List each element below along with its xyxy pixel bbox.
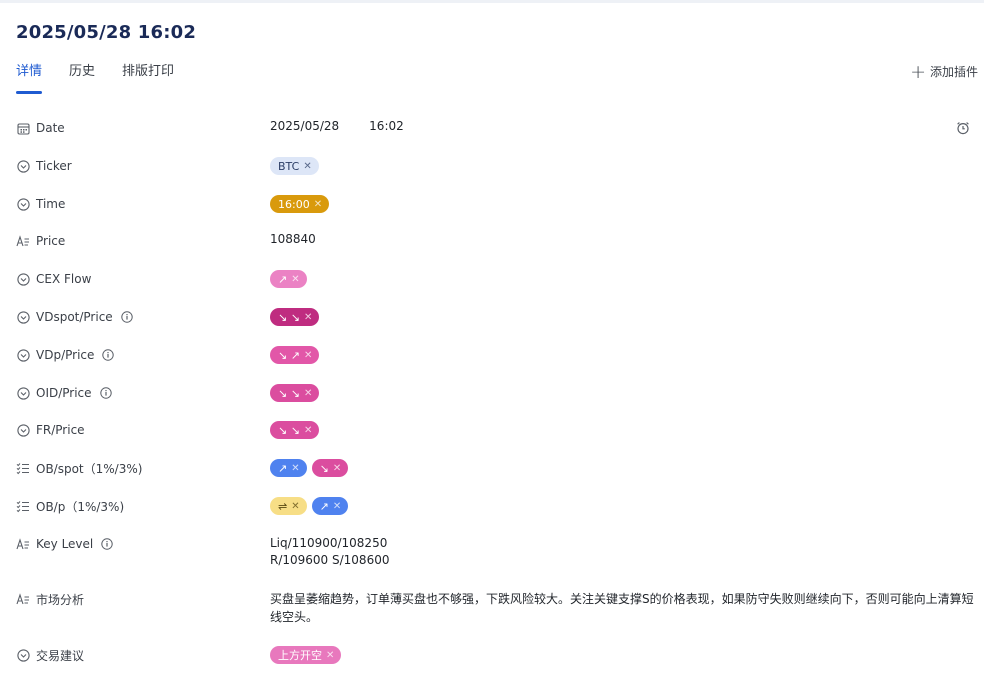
fr-price-tags: ↘ ↘ ✕	[270, 421, 324, 439]
remove-tag-icon[interactable]: ✕	[304, 388, 312, 399]
price-value[interactable]: 108840	[270, 232, 316, 246]
option-tag[interactable]: ↗ ✕	[270, 270, 307, 288]
field-label: CEX Flow	[36, 272, 92, 286]
tab-details[interactable]: 详情	[16, 62, 43, 94]
remove-tag-icon[interactable]: ✕	[333, 463, 341, 474]
text-field-icon	[16, 537, 30, 551]
info-icon[interactable]	[120, 311, 133, 323]
remove-tag-icon[interactable]: ✕	[333, 501, 341, 512]
field-label: FR/Price	[36, 423, 85, 437]
tab-print-layout[interactable]: 排版打印	[122, 62, 174, 94]
field-label: Time	[36, 197, 66, 211]
remove-tag-icon[interactable]: ✕	[314, 199, 322, 210]
option-tag[interactable]: BTC ✕	[270, 157, 319, 175]
tag-label: ↘ ↗	[278, 348, 300, 362]
field-label: OB/spot（1%/3%)	[36, 461, 143, 476]
option-tag[interactable]: ↘ ↘ ✕	[270, 384, 320, 402]
option-tag[interactable]: ↘ ↗ ✕	[270, 346, 320, 364]
tag-label: ↘ ↘	[278, 386, 300, 400]
ticker-tags: BTC ✕	[270, 157, 324, 175]
cex-flow-tags: ↗ ✕	[270, 270, 312, 288]
date-text: 2025/05/28	[270, 119, 340, 133]
time-tags: 16:00 ✕	[270, 195, 334, 213]
ob-p-tags: ⇌ ✕ ↗ ✕	[270, 497, 353, 515]
info-icon[interactable]	[101, 538, 113, 550]
checklist-icon	[16, 461, 30, 475]
option-tag[interactable]: ↗ ✕	[311, 497, 349, 515]
time-text: 16:02	[369, 119, 404, 133]
tag-label: ↗	[319, 499, 329, 513]
text-field-icon	[16, 592, 30, 606]
ob-spot-tags: ↗ ✕ ↘ ✕	[270, 459, 353, 477]
add-plugin-label: 添加插件	[929, 65, 978, 79]
circle-chevron-down-icon	[16, 310, 30, 324]
calendar-icon	[16, 121, 30, 135]
page-title: 2025/05/28 16:02	[16, 22, 197, 43]
option-tag[interactable]: 16:00 ✕	[270, 195, 330, 213]
tab-history[interactable]: 历史	[69, 62, 95, 94]
circle-chevron-down-icon	[16, 348, 30, 362]
tag-label: ↗	[278, 272, 288, 286]
circle-chevron-down-icon	[16, 197, 30, 211]
key-level-value[interactable]: Liq/110900/108250 R/109600 S/108600	[270, 535, 389, 569]
tab-bar: 详情 历史 排版打印	[16, 62, 201, 96]
remove-tag-icon[interactable]: ✕	[326, 650, 334, 661]
circle-chevron-down-icon	[16, 386, 30, 400]
vdspot-price-tags: ↘ ↘ ✕	[270, 308, 324, 326]
remove-tag-icon[interactable]: ✕	[291, 274, 299, 285]
tag-label: BTC	[278, 159, 300, 173]
text-field-icon	[16, 234, 30, 248]
field-label: VDp/Price	[36, 348, 95, 362]
tag-label: ↘ ↘	[278, 310, 300, 324]
remove-tag-icon[interactable]: ✕	[303, 161, 311, 172]
circle-chevron-down-icon	[16, 423, 30, 437]
tag-label: ↘	[319, 461, 329, 475]
field-label: 交易建议	[36, 648, 85, 663]
plus-icon: +	[910, 60, 926, 83]
tag-label: 16:00	[278, 197, 310, 211]
checklist-icon	[16, 499, 30, 513]
option-tag[interactable]: ↘ ↘ ✕	[270, 421, 320, 439]
alarm-clock-icon[interactable]	[956, 120, 970, 139]
option-tag[interactable]: ⇌ ✕	[270, 497, 307, 515]
key-level-line: Liq/110900/108250	[270, 536, 388, 550]
tag-label: ⇌	[278, 499, 288, 513]
tag-label: ↘ ↘	[278, 423, 300, 437]
field-label: VDspot/Price	[36, 310, 113, 324]
option-tag[interactable]: 上方开空 ✕	[270, 646, 342, 664]
remove-tag-icon[interactable]: ✕	[304, 425, 312, 436]
add-plugin-button[interactable]: + 添加插件	[910, 60, 978, 83]
market-analysis-value[interactable]: 买盘呈萎缩趋势，订单薄买盘也不够强，下跌风险较大。关注关键支撑S的价格表现，如果…	[270, 590, 978, 626]
field-label: Price	[36, 234, 66, 248]
circle-chevron-down-icon	[16, 159, 30, 173]
date-value[interactable]: 2025/05/28 16:02	[270, 119, 434, 133]
circle-chevron-down-icon	[16, 272, 30, 286]
field-label: Date	[36, 121, 65, 135]
circle-chevron-down-icon	[16, 648, 30, 662]
option-tag[interactable]: ↗ ✕	[270, 459, 307, 477]
tag-label: 上方开空	[278, 649, 322, 662]
field-label: Ticker	[36, 159, 72, 173]
trade-advice-tags: 上方开空 ✕	[270, 646, 346, 664]
remove-tag-icon[interactable]: ✕	[304, 350, 312, 361]
vdp-price-tags: ↘ ↗ ✕	[270, 346, 324, 364]
top-border	[0, 0, 984, 3]
option-tag[interactable]: ↘ ✕	[311, 459, 349, 477]
key-level-line: R/109600 S/108600	[270, 553, 390, 567]
remove-tag-icon[interactable]: ✕	[291, 501, 299, 512]
field-label: Key Level	[36, 537, 94, 551]
info-icon[interactable]	[102, 349, 115, 361]
info-icon[interactable]	[99, 387, 112, 399]
remove-tag-icon[interactable]: ✕	[291, 463, 299, 474]
field-label: OB/p（1%/3%)	[36, 499, 125, 514]
field-label: 市场分析	[36, 592, 85, 607]
remove-tag-icon[interactable]: ✕	[304, 312, 312, 323]
field-label: OID/Price	[36, 386, 92, 400]
oid-price-tags: ↘ ↘ ✕	[270, 384, 324, 402]
option-tag[interactable]: ↘ ↘ ✕	[270, 308, 320, 326]
tag-label: ↗	[278, 461, 288, 475]
